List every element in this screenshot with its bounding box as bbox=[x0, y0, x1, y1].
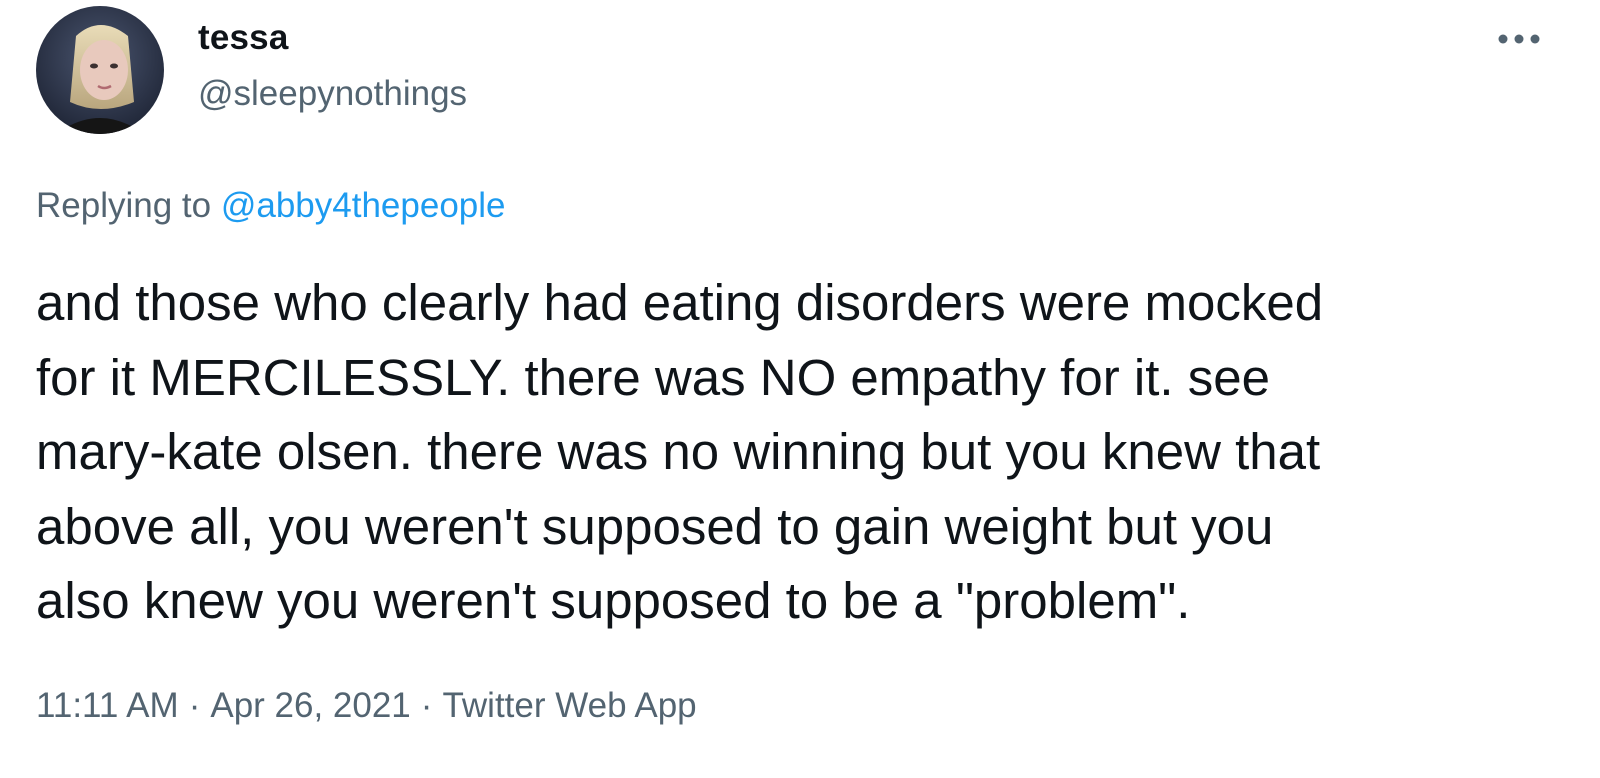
tweet-text-line: above all, you weren't supposed to gain … bbox=[36, 497, 1274, 555]
avatar[interactable] bbox=[36, 6, 164, 134]
author-display-name[interactable]: tessa bbox=[198, 18, 289, 58]
tweet-text-line: and those who clearly had eating disorde… bbox=[36, 274, 1324, 331]
reply-mention-link[interactable]: @abby4thepeople bbox=[221, 186, 506, 225]
tweet-metadata: 11:11 AM · Apr 26, 2021 · Twitter Web App bbox=[36, 686, 697, 726]
tweet-source-link[interactable]: Twitter Web App bbox=[442, 686, 696, 725]
more-horizontal-icon bbox=[1498, 34, 1540, 44]
meta-separator: · bbox=[188, 686, 201, 725]
meta-separator: · bbox=[420, 686, 433, 725]
tweet-date-link[interactable]: Apr 26, 2021 bbox=[210, 686, 410, 725]
tweet-text-line: mary-kate olsen. there was no winning bu… bbox=[36, 423, 1321, 480]
tweet-text-line: also knew you weren't supposed to be a "… bbox=[36, 572, 1191, 629]
replying-to-label: Replying to bbox=[36, 186, 212, 225]
tweet-text-line: for it MERCILESSLY. there was NO empathy… bbox=[36, 348, 1270, 406]
tweet-card: tessa @sleepynothings Replying to @abby4… bbox=[0, 0, 1600, 778]
author-handle[interactable]: @sleepynothings bbox=[198, 74, 467, 114]
tweet-body: and those who clearly had eating disorde… bbox=[36, 266, 1556, 639]
more-options-button[interactable] bbox=[1494, 22, 1544, 56]
tweet-time-link[interactable]: 11:11 AM bbox=[36, 686, 179, 725]
user-avatar-photo-icon bbox=[36, 6, 164, 134]
replying-to-line: Replying to @abby4thepeople bbox=[36, 186, 506, 226]
